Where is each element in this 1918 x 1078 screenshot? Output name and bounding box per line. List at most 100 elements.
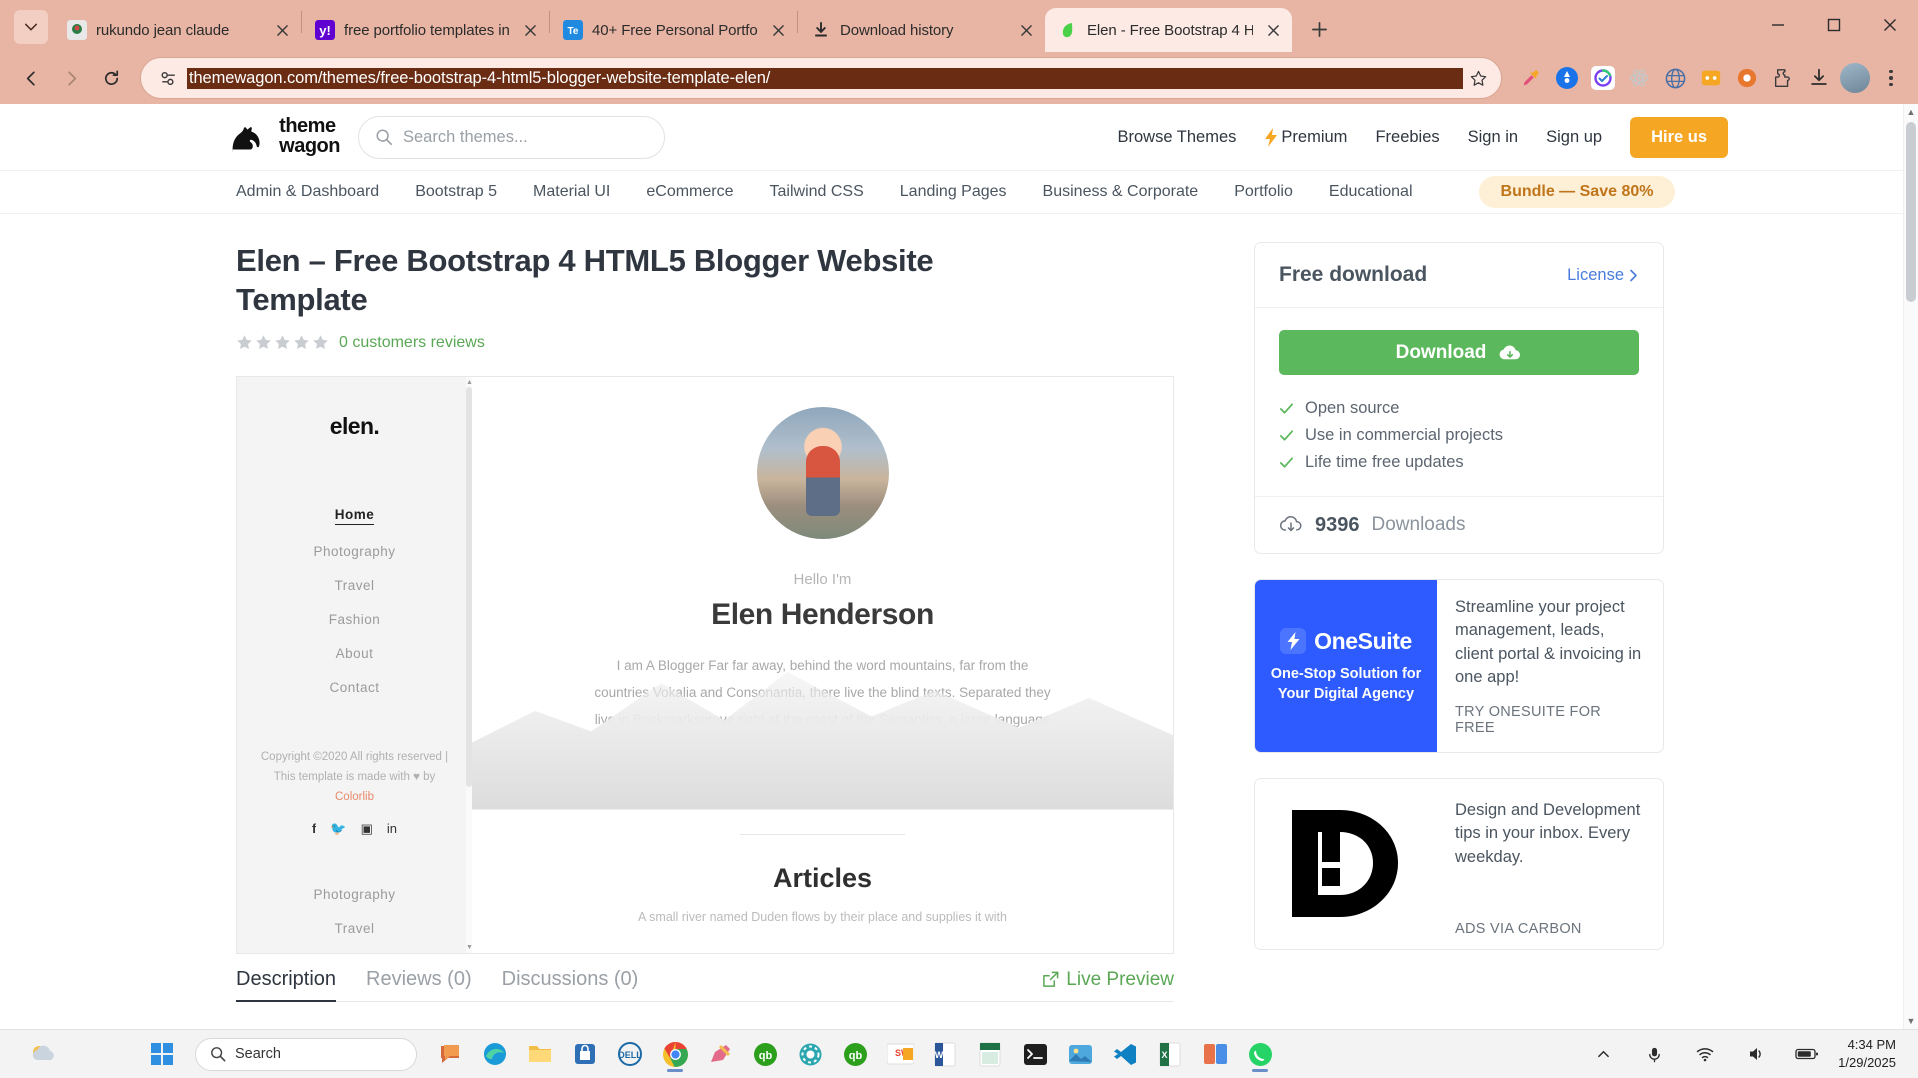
new-tab-button[interactable] [1302,12,1336,46]
taskbar-terminal-icon[interactable] [1015,1034,1055,1074]
preview-menu-contact[interactable]: Contact [329,680,379,695]
preview-menu-about[interactable]: About [336,646,374,661]
url-text[interactable]: themewagon.com/themes/free-bootstrap-4-h… [187,67,1463,89]
category-portfolio[interactable]: Portfolio [1234,183,1293,201]
tab-reviews[interactable]: Reviews (0) [366,968,472,991]
page-scroll-thumb[interactable] [1906,122,1916,302]
preview-menu-travel[interactable]: Travel [334,578,374,593]
tab-discussions[interactable]: Discussions (0) [502,968,639,991]
nav-sign-up[interactable]: Sign up [1546,128,1602,147]
eyedropper-extension-icon[interactable] [1516,63,1546,93]
linkedin-icon[interactable]: in [387,821,397,836]
taskbar-quickbooks2-icon[interactable]: qb [835,1034,875,1074]
nav-browse-themes[interactable]: Browse Themes [1118,128,1237,147]
profile-avatar[interactable] [1840,63,1870,93]
preview-copyright-brand[interactable]: Colorlib [335,791,374,803]
tray-battery-icon[interactable] [1787,1034,1827,1074]
browser-tab-2[interactable]: y! free portfolio templates in html [302,8,549,52]
ad-cta[interactable]: ADS VIA CARBON [1455,921,1645,937]
ad-carbon[interactable]: Design and Development tips in your inbo… [1254,777,1664,950]
tab-description[interactable]: Description [236,968,337,1002]
lastpass-extension-icon[interactable] [1696,63,1726,93]
facebook-icon[interactable]: 𝐟 [312,821,316,837]
tray-wifi-icon[interactable] [1685,1034,1725,1074]
tray-mic-icon[interactable] [1634,1034,1674,1074]
maximize-button[interactable] [1806,0,1862,50]
taskbar-vscode-icon[interactable] [1105,1034,1145,1074]
nav-premium[interactable]: Premium [1264,127,1347,147]
taskbar-chat-icon[interactable] [430,1034,470,1074]
category-bootstrap-5[interactable]: Bootstrap 5 [415,183,497,201]
hire-us-button[interactable]: Hire us [1630,116,1728,158]
taskbar-store-icon[interactable] [565,1034,605,1074]
close-icon[interactable] [1262,19,1284,41]
close-icon[interactable] [1015,19,1037,41]
chrome-menu-button[interactable] [1876,63,1906,93]
live-preview-link[interactable]: Live Preview [1042,969,1174,991]
scroll-down-arrow-icon[interactable]: ▼ [1904,1016,1918,1026]
scroll-up-arrow-icon[interactable]: ▲ [1904,107,1918,117]
taskbar-excel-green-icon[interactable] [970,1034,1010,1074]
globe-extension-icon[interactable] [1660,63,1690,93]
bundle-save-badge[interactable]: Bundle — Save 80% [1478,176,1676,208]
category-material-ui[interactable]: Material UI [533,183,610,201]
category-tailwind-css[interactable]: Tailwind CSS [770,183,864,201]
puzzle-extensions-icon[interactable] [1768,63,1798,93]
grammarly-extension-icon[interactable] [1552,63,1582,93]
preview-menu2-photography[interactable]: Photography [313,887,395,902]
category-business-corporate[interactable]: Business & Corporate [1043,183,1199,201]
nav-sign-in[interactable]: Sign in [1468,128,1518,147]
bookmark-star-icon[interactable] [1463,63,1493,93]
taskbar-chrome-icon[interactable] [655,1034,695,1074]
search-input[interactable]: Search themes... [358,115,665,159]
taskbar-edge-icon[interactable] [475,1034,515,1074]
taskbar-photos-icon[interactable] [1060,1034,1100,1074]
sync-extension-icon[interactable] [1588,63,1618,93]
taskbar-dell-icon[interactable]: DELL [610,1034,650,1074]
taskbar-paint-icon[interactable] [700,1034,740,1074]
tray-volume-icon[interactable] [1736,1034,1776,1074]
address-bar[interactable]: themewagon.com/themes/free-bootstrap-4-h… [140,57,1502,99]
taskbar-file-explorer-icon[interactable] [520,1034,560,1074]
back-button[interactable] [12,59,50,97]
tab-search-dropdown-button[interactable] [14,10,48,44]
preview-menu-home[interactable]: Home [334,507,375,525]
browser-tab-3[interactable]: Te 40+ Free Personal Portfolio HT [550,8,797,52]
preview-menu-fashion[interactable]: Fashion [329,612,381,627]
instagram-icon[interactable]: ▣ [361,821,373,837]
preview-menu-photography[interactable]: Photography [313,544,395,559]
category-admin-dashboard[interactable]: Admin & Dashboard [236,183,379,201]
reload-button[interactable] [92,59,130,97]
search-extension-icon[interactable] [1732,63,1762,93]
site-logo[interactable]: theme wagon [228,117,340,156]
taskbar-weather-widget[interactable] [8,1039,120,1069]
taskbar-word-icon[interactable]: W [925,1034,965,1074]
download-button[interactable]: Download [1279,330,1639,375]
taskbar-clock[interactable]: 4:34 PM 1/29/2025 [1838,1036,1896,1071]
nav-freebies[interactable]: Freebies [1375,128,1439,147]
taskbar-snagit-icon[interactable]: SW [880,1034,920,1074]
close-icon[interactable] [767,19,789,41]
forward-button[interactable] [52,59,90,97]
page-scrollbar[interactable]: ▲ ▼ [1903,104,1918,1029]
close-icon[interactable] [271,19,293,41]
reviews-count-text[interactable]: 0 customers reviews [339,334,485,352]
close-window-button[interactable] [1862,0,1918,50]
preview-menu2-travel[interactable]: Travel [334,921,374,936]
twitter-icon[interactable]: 🐦 [330,821,346,837]
taskbar-search-box[interactable]: Search [195,1037,417,1071]
ad-cta[interactable]: TRY ONESUITE FOR FREE [1455,704,1645,736]
site-settings-icon[interactable] [155,65,181,91]
tray-chevron-up-icon[interactable] [1583,1034,1623,1074]
close-icon[interactable] [519,19,541,41]
category-ecommerce[interactable]: eCommerce [646,183,733,201]
taskbar-settings-icon[interactable] [790,1034,830,1074]
minimize-button[interactable] [1750,0,1806,50]
downloads-button[interactable] [1804,63,1834,93]
taskbar-start-button[interactable] [142,1034,182,1074]
taskbar-misc-icon[interactable] [1195,1034,1235,1074]
taskbar-whatsapp-icon[interactable] [1240,1034,1280,1074]
browser-tab-5-active[interactable]: Elen - Free Bootstrap 4 HTML5 [1045,8,1292,52]
ad-onesuite[interactable]: OneSuite One-Stop Solution for Your Digi… [1254,579,1664,753]
theme-preview-frame[interactable]: elen. Home Photography Travel Fashion Ab… [236,375,1174,954]
